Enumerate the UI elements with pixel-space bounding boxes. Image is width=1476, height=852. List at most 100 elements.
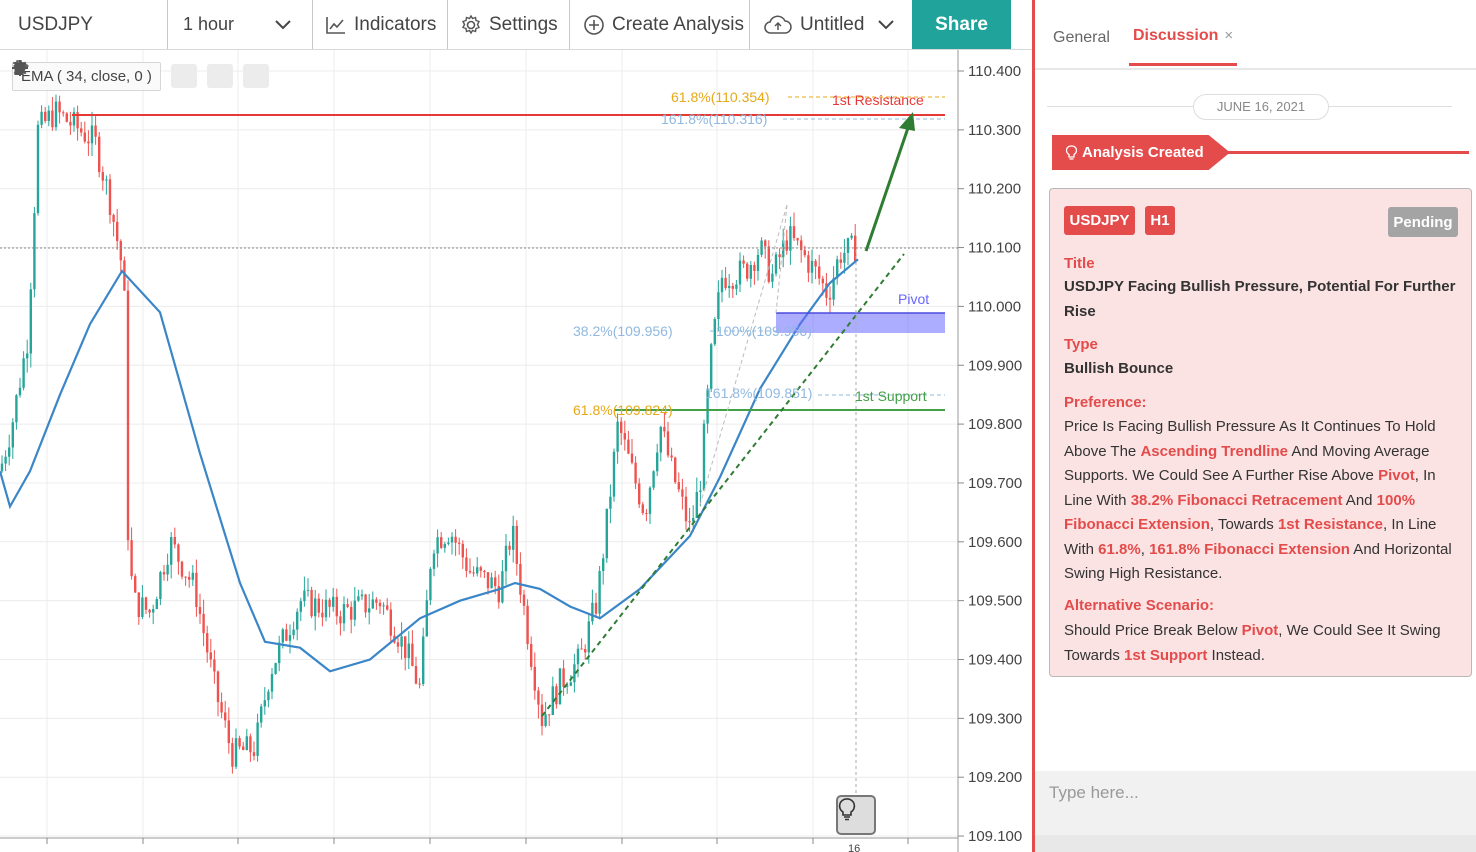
candle-body — [569, 682, 572, 686]
remove-indicator-button[interactable] — [13, 60, 269, 88]
candle-body — [213, 659, 216, 672]
candle-body — [0, 463, 4, 472]
candle-body — [702, 423, 706, 491]
candle-body — [195, 572, 198, 608]
candle-body — [58, 101, 61, 113]
candle-body — [810, 260, 814, 273]
interval-label: 1 hour — [183, 14, 235, 34]
candle-body — [468, 571, 472, 573]
candle-body — [170, 537, 173, 565]
interval-selector[interactable]: 1 hour — [168, 0, 313, 49]
candle-body — [94, 125, 97, 137]
candle-body — [767, 246, 770, 282]
candle-body — [220, 702, 223, 713]
ema-legend: EMA ( 34, close, 0 ) — [12, 60, 269, 92]
candle-body — [584, 649, 587, 653]
candle-body — [839, 259, 842, 263]
share-button[interactable]: Share — [912, 0, 1011, 49]
share-label: Share — [935, 13, 988, 35]
y-tick-label: 109.500 — [968, 593, 1022, 610]
candle-body — [486, 572, 490, 589]
candle-body — [558, 668, 562, 705]
tab-general[interactable]: General — [1053, 29, 1110, 47]
x-tick-label: 16 — [848, 843, 860, 852]
candlestick-series — [0, 94, 857, 774]
candle-body — [738, 260, 742, 285]
candle-body — [792, 226, 796, 239]
analysis-card: USDJPY H1 Pending Title USDJPY Facing Bu… — [1049, 188, 1472, 677]
y-tick-label: 110.400 — [968, 63, 1021, 80]
indicator-settings-button[interactable] — [12, 60, 233, 88]
symbol-badge: USDJPY — [1064, 206, 1135, 235]
candle-body — [807, 255, 810, 273]
candle-body — [656, 452, 659, 472]
text-fragment: , Towards — [1209, 516, 1278, 533]
candle-body — [803, 250, 806, 256]
price-axis[interactable]: 110.400 110.300 110.200 110.100 110.000 109.9… — [958, 63, 1022, 845]
candle-body — [562, 668, 565, 687]
candle-body — [382, 605, 385, 607]
candle-body — [62, 112, 65, 114]
settings-button[interactable]: Settings — [448, 0, 570, 49]
candle-body — [728, 285, 731, 288]
app-window: USDJPY 1 hour Indicators Settings Create… — [0, 0, 1476, 852]
candle-body — [666, 431, 670, 456]
candle-body — [436, 537, 439, 554]
candle-body — [742, 260, 745, 264]
candle-body — [141, 597, 144, 617]
candle-body — [80, 128, 83, 133]
indicators-button[interactable]: Indicators — [313, 0, 448, 49]
candle-body — [458, 542, 461, 544]
candle-body — [645, 512, 648, 514]
candle-body — [634, 462, 637, 484]
y-tick-label: 110.300 — [968, 122, 1021, 139]
candle-body — [44, 111, 47, 121]
analysis-created-ribbon: Analysis Created — [1052, 135, 1230, 170]
candle-body — [368, 608, 371, 613]
candle-body — [602, 558, 605, 572]
candle-body — [623, 433, 626, 440]
candle-body — [537, 690, 540, 705]
candle-body — [850, 235, 853, 239]
candle-body — [310, 589, 313, 617]
price-chart[interactable]: 61.8%(110.354) 161.8%(110.316) 1st Resis… — [0, 50, 1033, 852]
layout-save-menu[interactable]: Untitled — [750, 0, 912, 49]
candle-body — [843, 252, 846, 263]
y-tick-label: 110.200 — [968, 181, 1021, 198]
candle-body — [594, 602, 598, 614]
alt-scenario-text: Should Price Break Below Pivot, We Could… — [1064, 619, 1460, 668]
create-analysis-button[interactable]: Create Analysis — [570, 0, 750, 49]
candle-body — [774, 254, 778, 274]
candle-body — [659, 426, 662, 453]
symbol-selector[interactable]: USDJPY — [0, 0, 168, 49]
candle-body — [299, 601, 302, 612]
close-icon[interactable]: × — [1224, 27, 1233, 44]
candle-body — [519, 563, 522, 595]
candle-body — [670, 455, 673, 458]
text-fragment: Should Price Break Below — [1064, 622, 1242, 639]
candle-body — [274, 663, 277, 674]
candle-body — [425, 600, 428, 637]
chat-input[interactable]: Type here... — [1035, 771, 1476, 835]
untitled-label: Untitled — [800, 13, 865, 35]
candle-body — [216, 671, 220, 703]
candle-body — [472, 572, 475, 574]
tab-discussion[interactable]: Discussion × — [1129, 27, 1238, 66]
visibility-toggle[interactable] — [13, 62, 197, 88]
highlight-pivot: Pivot — [1241, 622, 1279, 639]
candle-body — [101, 172, 104, 181]
text-fragment: , — [1140, 540, 1150, 558]
candle-body — [731, 285, 734, 289]
chart-canvas[interactable]: 61.8%(110.354) 161.8%(110.316) 1st Resis… — [0, 50, 1032, 852]
candle-body — [674, 457, 677, 483]
bullish-projection-arrow[interactable] — [864, 121, 912, 252]
ribbon-line — [1225, 151, 1469, 154]
candle-body — [119, 241, 122, 261]
time-axis[interactable]: 16 — [46, 838, 909, 852]
candle-body — [198, 607, 202, 614]
candle-body — [357, 596, 360, 601]
idea-button[interactable] — [836, 795, 876, 835]
highlight-618: 61.8% — [1098, 540, 1141, 558]
analysis-title: USDJPY Facing Bullish Pressure, Potentia… — [1064, 278, 1456, 320]
candle-body — [324, 599, 328, 618]
